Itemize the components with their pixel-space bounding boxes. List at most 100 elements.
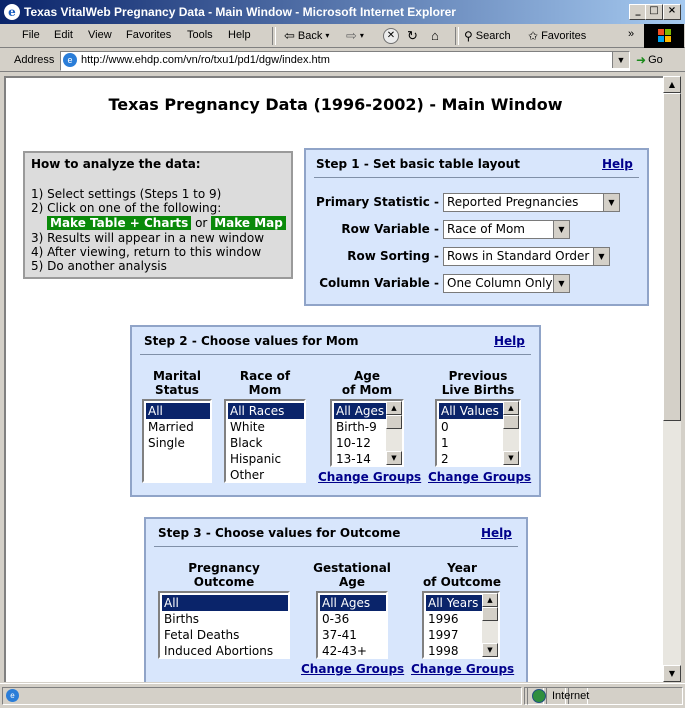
marital-status-heading: Marital Status — [152, 369, 202, 397]
address-label: Address — [14, 54, 55, 66]
row-sorting-select[interactable]: Rows in Standard Order ▼ — [443, 247, 610, 266]
step1-help-link[interactable]: Help — [602, 157, 633, 171]
refresh-button[interactable]: ↻ — [407, 26, 418, 46]
pregnancy-outcome-list[interactable]: All Births Fetal Deaths Induced Abortion… — [158, 591, 290, 659]
primary-statistic-label: Primary Statistic - — [316, 195, 439, 209]
list-option[interactable]: 1997 — [426, 627, 459, 643]
list-option[interactable]: Hispanic — [228, 451, 281, 467]
scroll-down-icon[interactable]: ▼ — [482, 643, 498, 657]
year-change-groups-link[interactable]: Change Groups — [411, 662, 514, 676]
back-button[interactable]: ⇦ Back ▾ — [284, 26, 329, 46]
forward-button[interactable]: ⇨ ▾ — [346, 26, 364, 46]
go-button[interactable]: ➜ Go — [636, 53, 663, 67]
back-label: Back — [297, 30, 323, 42]
scroll-up-icon[interactable]: ▲ — [663, 76, 681, 93]
scroll-down-icon[interactable]: ▼ — [503, 451, 519, 465]
scroll-thumb[interactable] — [386, 415, 402, 429]
list-option[interactable]: All — [162, 595, 288, 611]
list-option[interactable]: Fetal Deaths — [162, 627, 239, 643]
address-input[interactable]: e http://www.ehdp.com/vn/ro/txu1/pd1/dgw… — [60, 51, 630, 71]
step2-help-link[interactable]: Help — [494, 334, 525, 348]
toolbar-separator — [455, 27, 459, 45]
zone-pane: Internet — [527, 687, 683, 705]
close-button[interactable]: × — [663, 4, 681, 20]
list-option[interactable]: Birth-9 — [334, 419, 377, 435]
list-option[interactable]: 13-14 — [334, 451, 371, 465]
births-change-groups-link[interactable]: Change Groups — [428, 470, 531, 484]
stop-icon: ✕ — [383, 28, 399, 44]
make-table-button[interactable]: Make Table + Charts — [47, 216, 192, 230]
maximize-button[interactable]: □ — [645, 4, 663, 20]
step2-heading: Step 2 - Choose values for Mom — [144, 334, 359, 348]
stop-button[interactable]: ✕ — [383, 26, 399, 46]
menu-favorites[interactable]: Favorites — [126, 29, 171, 41]
menu-view[interactable]: View — [88, 29, 112, 41]
age-change-groups-link[interactable]: Change Groups — [318, 470, 421, 484]
primary-statistic-select[interactable]: Reported Pregnancies ▼ — [443, 193, 620, 212]
search-button[interactable]: ⚲ Search — [464, 26, 511, 46]
list-option[interactable]: 42-43+ — [320, 643, 367, 657]
list-scrollbar[interactable]: ▲ ▼ — [386, 401, 402, 465]
go-label: Go — [648, 54, 663, 66]
scroll-up-icon[interactable]: ▲ — [386, 401, 402, 415]
marital-status-list[interactable]: All Married Single — [142, 399, 212, 483]
row-variable-select[interactable]: Race of Mom ▼ — [443, 220, 570, 239]
list-option[interactable]: All Values — [439, 403, 505, 419]
address-url: http://www.ehdp.com/vn/ro/txu1/pd1/dgw/i… — [81, 54, 330, 66]
menu-help[interactable]: Help — [228, 29, 251, 41]
year-of-outcome-list[interactable]: All Years 1996 1997 1998 ▲ ▼ — [422, 591, 500, 659]
list-option[interactable]: 2 — [439, 451, 449, 465]
scroll-down-icon[interactable]: ▼ — [663, 665, 681, 682]
scroll-up-icon[interactable]: ▲ — [482, 593, 498, 607]
age-of-mom-list[interactable]: All Ages Birth-9 10-12 13-14 ▲ ▼ — [330, 399, 404, 467]
list-option[interactable]: 1998 — [426, 643, 459, 657]
list-option[interactable]: 1996 — [426, 611, 459, 627]
list-option[interactable]: Black — [228, 435, 262, 451]
list-option[interactable]: 1 — [439, 435, 449, 451]
favorites-label: Favorites — [541, 30, 587, 42]
home-button[interactable]: ⌂ — [431, 26, 439, 46]
globe-icon — [532, 689, 546, 703]
list-option[interactable]: All Races — [228, 403, 304, 419]
scroll-up-icon[interactable]: ▲ — [503, 401, 519, 415]
toolbar-chevron[interactable]: » — [628, 24, 634, 44]
list-option[interactable]: 37-41 — [320, 627, 357, 643]
list-option[interactable]: Other — [228, 467, 264, 481]
row-variable-value: Race of Mom — [447, 222, 525, 236]
step3-help-link[interactable]: Help — [481, 526, 512, 540]
howto-step4: 4) After viewing, return to this window — [31, 245, 262, 259]
row-variable-label: Row Variable - — [341, 222, 439, 236]
list-option[interactable]: Births — [162, 611, 199, 627]
page-scrollbar[interactable]: ▲ ▼ — [663, 76, 681, 682]
list-option[interactable]: 10-12 — [334, 435, 371, 451]
list-option[interactable]: Married — [146, 419, 194, 435]
list-option[interactable]: All Ages — [334, 403, 388, 419]
list-option[interactable]: All Years — [426, 595, 484, 611]
make-map-button[interactable]: Make Map — [211, 216, 286, 230]
scroll-thumb[interactable] — [482, 607, 498, 621]
chevron-down-icon: ▼ — [553, 275, 569, 292]
scroll-thumb[interactable] — [503, 415, 519, 429]
list-option[interactable]: Single — [146, 435, 185, 451]
list-option[interactable]: Induced Abortions — [162, 643, 273, 657]
column-variable-label: Column Variable - — [319, 276, 439, 290]
menu-file[interactable]: File — [22, 29, 40, 41]
gestational-age-list[interactable]: All Ages 0-36 37-41 42-43+ — [316, 591, 388, 659]
scroll-down-icon[interactable]: ▼ — [386, 451, 402, 465]
previous-live-births-list[interactable]: All Values 0 1 2 ▲ ▼ — [435, 399, 521, 467]
gestational-change-groups-link[interactable]: Change Groups — [301, 662, 404, 676]
address-dropdown-icon[interactable]: ▼ — [612, 52, 629, 68]
scroll-thumb[interactable] — [663, 93, 681, 421]
favorites-button[interactable]: ✩ Favorites — [528, 26, 586, 46]
list-option[interactable]: White — [228, 419, 265, 435]
race-of-mom-list[interactable]: All Races White Black Hispanic Other — [224, 399, 306, 483]
menu-edit[interactable]: Edit — [54, 29, 73, 41]
list-option[interactable]: All — [146, 403, 210, 419]
list-option[interactable]: 0 — [439, 419, 449, 435]
list-scrollbar[interactable]: ▲ ▼ — [503, 401, 519, 465]
list-option[interactable]: 0-36 — [320, 611, 349, 627]
menu-tools[interactable]: Tools — [187, 29, 213, 41]
column-variable-select[interactable]: One Column Only ▼ — [443, 274, 570, 293]
list-scrollbar[interactable]: ▲ ▼ — [482, 593, 498, 657]
list-option[interactable]: All Ages — [320, 595, 386, 611]
